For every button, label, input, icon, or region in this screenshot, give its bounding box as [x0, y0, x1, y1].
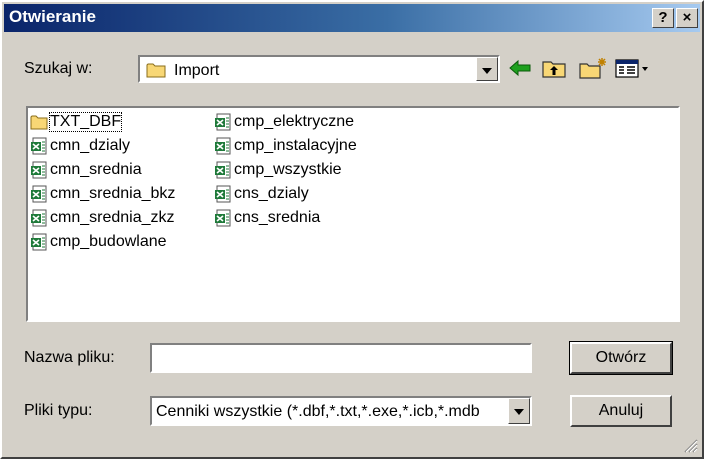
lookin-dropdown-button[interactable]	[476, 57, 498, 81]
help-button[interactable]: ?	[652, 8, 674, 28]
list-item-label: cmn_srednia_bkz	[50, 185, 176, 202]
list-item[interactable]: cmp_instalacyjne	[214, 134, 357, 158]
list-item[interactable]: cmn_srednia	[30, 158, 142, 182]
title-bar[interactable]: Otwieranie ? ×	[4, 4, 700, 32]
excel-file-icon	[215, 113, 231, 131]
list-item[interactable]: cns_srednia	[214, 206, 320, 230]
list-item[interactable]: cmn_srednia_bkz	[30, 182, 175, 206]
excel-file-icon	[215, 185, 231, 203]
excel-file-icon	[31, 161, 47, 179]
list-item-label: cns_srednia	[234, 209, 321, 226]
file-list[interactable]: TXT_DBF cmn_dzialy cmn_srednia cmn_srednia_…	[26, 106, 680, 322]
list-item-label: cns_dzialy	[234, 185, 309, 202]
window-title: Otwieranie	[9, 7, 96, 26]
list-item-label: cmp_wszystkie	[234, 161, 342, 178]
back-button[interactable]	[504, 54, 536, 82]
list-item[interactable]: cmn_srednia_zkz	[30, 206, 175, 230]
lookin-label: Szukaj w:	[24, 60, 93, 77]
excel-file-icon	[31, 209, 47, 227]
new-folder-button[interactable]	[576, 54, 608, 82]
filetype-dropdown-button[interactable]	[508, 398, 530, 424]
excel-file-icon	[215, 137, 231, 155]
excel-file-icon	[31, 233, 47, 251]
filetype-label: Pliki typu:	[24, 402, 93, 419]
close-button[interactable]: ×	[676, 8, 698, 28]
views-button[interactable]	[612, 54, 652, 82]
list-item[interactable]: cmp_budowlane	[30, 230, 167, 254]
list-item-label: cmn_srednia_zkz	[50, 209, 175, 226]
lookin-value: Import	[174, 62, 220, 79]
view-menu-icon	[615, 59, 648, 78]
lookin-combo[interactable]: Import	[138, 55, 500, 83]
list-item[interactable]: cmn_dzialy	[30, 134, 130, 158]
filetype-combo[interactable]: Cenniki wszystkie (*.dbf,*.txt,*.exe,*.i…	[150, 396, 532, 426]
excel-file-icon	[215, 209, 231, 227]
excel-file-icon	[31, 185, 47, 203]
excel-file-icon	[215, 161, 231, 179]
open-button[interactable]: Otwórz	[569, 341, 673, 375]
cancel-button[interactable]: Anuluj	[570, 395, 672, 427]
excel-file-icon	[31, 137, 47, 155]
filename-label-text: Nazwa pliku:	[24, 349, 115, 366]
list-item-label: TXT_DBF	[48, 112, 123, 132]
filename-label: Nazwa pliku:	[24, 349, 115, 367]
list-item[interactable]: cmp_wszystkie	[214, 158, 342, 182]
new-folder-icon	[579, 58, 606, 79]
folder-icon	[30, 115, 48, 130]
folder-icon	[146, 63, 166, 78]
open-dialog: Otwieranie ? × Szukaj w: Import TXT_DBF …	[0, 0, 704, 459]
resize-grip-icon[interactable]	[682, 437, 698, 453]
up-folder-icon	[542, 61, 566, 78]
list-item-label: cmp_elektryczne	[234, 113, 355, 130]
filename-input[interactable]	[150, 343, 532, 373]
list-item[interactable]: cns_dzialy	[214, 182, 309, 206]
up-folder-button[interactable]	[538, 54, 570, 82]
back-arrow-icon	[509, 59, 531, 77]
list-item[interactable]: cmp_elektryczne	[214, 110, 354, 134]
list-item-label: cmn_srednia	[50, 161, 142, 178]
list-item[interactable]: TXT_DBF	[30, 110, 123, 134]
list-item-label: cmn_dzialy	[50, 137, 131, 154]
list-item-label: cmp_instalacyjne	[234, 137, 357, 154]
list-item-label: cmp_budowlane	[50, 233, 167, 250]
filetype-value: Cenniki wszystkie (*.dbf,*.txt,*.exe,*.i…	[156, 403, 480, 420]
